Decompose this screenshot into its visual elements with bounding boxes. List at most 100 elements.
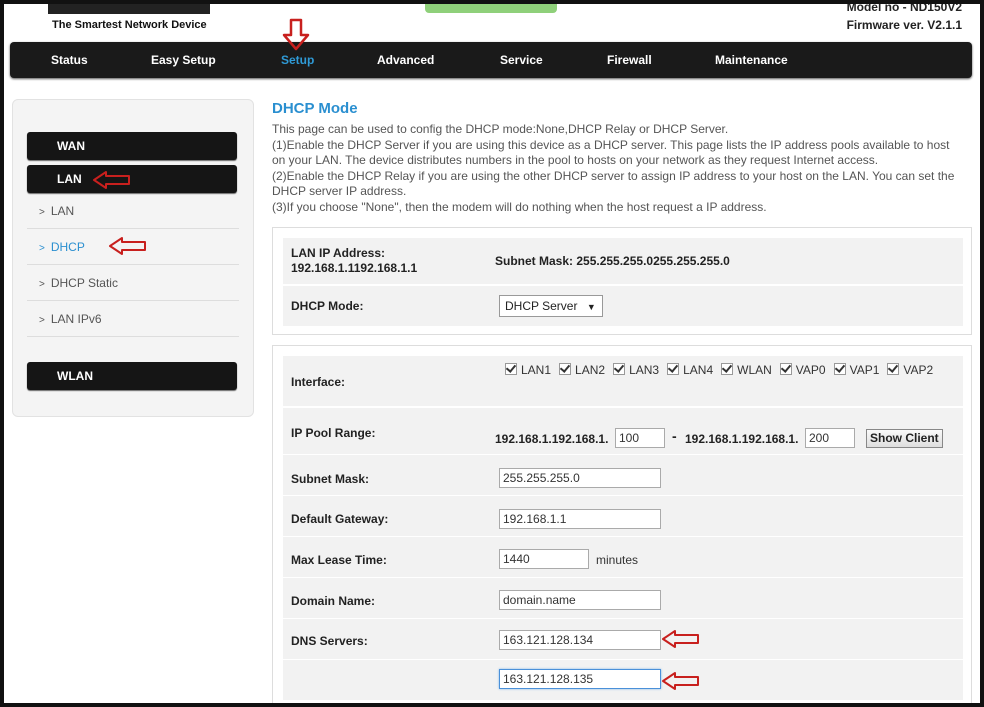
sidebar-item-dhcp-static[interactable]: > DHCP Static: [27, 266, 239, 301]
interface-vap1-checkbox[interactable]: VAP1: [833, 363, 880, 378]
chevron-right-icon: >: [39, 315, 45, 326]
ip-pool-row: IP Pool Range: 192.168.1.192.168.1. 100 …: [283, 407, 963, 455]
sidebar-wan-button[interactable]: WAN: [27, 132, 237, 160]
subnet-mask-label: Subnet Mask:: [291, 472, 370, 486]
subnet-mask-input[interactable]: 255.255.255.0: [499, 468, 661, 488]
nav-firewall[interactable]: Firewall: [607, 53, 652, 67]
lan-ip-label-group: LAN IP Address: 192.168.1.1192.168.1.1: [291, 246, 481, 276]
dhcp-mode-selected: DHCP Server: [505, 299, 578, 313]
domain-name-label: Domain Name:: [291, 594, 376, 608]
dns-secondary-input[interactable]: 163.121.128.135: [499, 669, 661, 689]
dhcp-mode-label: DHCP Mode:: [291, 299, 364, 313]
dns-servers-row: DNS Servers: 163.121.128.134: [283, 618, 963, 660]
lan-info-panel: LAN IP Address: 192.168.1.1192.168.1.1 S…: [272, 227, 972, 335]
subnet-mask-text: Subnet Mask: 255.255.255.0255.255.255.0: [495, 254, 730, 268]
description-line: on your LAN. The device distributes numb…: [272, 153, 879, 168]
checkbox-checked-icon: [887, 363, 900, 375]
status-indicator-bar: [425, 4, 557, 13]
chevron-down-icon: ▼: [586, 302, 596, 312]
brand-tagline: The Smartest Network Device: [52, 19, 207, 31]
chevron-right-icon: >: [39, 243, 45, 254]
nav-advanced[interactable]: Advanced: [377, 53, 434, 67]
interface-vap2-checkbox[interactable]: VAP2: [887, 363, 933, 378]
interface-checkbox-group: LAN1 LAN2 LAN3 LAN4 WLAN VAP0 VAP1 VAP2: [505, 362, 965, 378]
firmware-version: Firmware ver. V2.1.1: [846, 18, 962, 32]
checkbox-label: VAP0: [795, 363, 826, 377]
description-line: (2)Enable the DHCP Relay if you are usin…: [272, 168, 955, 183]
checkbox-checked-icon: [613, 363, 626, 375]
annotation-arrow-down-icon: [282, 18, 310, 51]
max-lease-row: Max Lease Time: 1440 minutes: [283, 536, 963, 578]
description-line: (3)If you choose "None", then the modem …: [272, 199, 767, 214]
lease-unit: minutes: [596, 553, 639, 567]
dns-primary-input[interactable]: 163.121.128.134: [499, 630, 661, 650]
checkbox-label: LAN1: [521, 363, 552, 377]
model-number: Model no - ND150V2: [846, 0, 962, 14]
max-lease-label: Max Lease Time:: [291, 553, 387, 567]
lan-ip-value: 192.168.1.1192.168.1.1: [291, 261, 418, 275]
checkbox-checked-icon: [833, 363, 846, 375]
interface-lan3-checkbox[interactable]: LAN3: [613, 363, 659, 378]
checkbox-checked-icon: [779, 363, 792, 375]
page-title: DHCP Mode: [272, 100, 358, 117]
dns-secondary-row: 163.121.128.135: [283, 659, 963, 701]
ip-pool-label: IP Pool Range:: [291, 426, 376, 440]
interface-lan2-checkbox[interactable]: LAN2: [559, 363, 605, 378]
dhcp-server-panel: Interface: LAN1 LAN2 LAN3 LAN4 WLAN VAP0 VAP1 V…: [272, 345, 972, 703]
nav-status[interactable]: Status: [51, 53, 88, 67]
ip-pool-separator: -: [672, 428, 677, 444]
max-lease-input[interactable]: 1440: [499, 549, 589, 569]
sidebar-item-label: DHCP Static: [50, 276, 118, 290]
interface-vap0-checkbox[interactable]: VAP0: [779, 363, 826, 378]
chevron-right-icon: >: [39, 279, 45, 290]
subnet-mask-row: Subnet Mask: 255.255.255.0: [283, 454, 963, 496]
checkbox-checked-icon: [559, 363, 572, 375]
annotation-arrow-left-icon: [662, 672, 699, 690]
ip-pool-start-prefix: 192.168.1.192.168.1.: [495, 432, 609, 446]
interface-row: Interface: LAN1 LAN2 LAN3 LAN4 WLAN VAP0 VAP1 V…: [283, 356, 963, 407]
annotation-arrow-left-icon: [662, 630, 699, 648]
domain-name-input[interactable]: domain.name: [499, 590, 661, 610]
interface-lan4-checkbox[interactable]: LAN4: [667, 363, 713, 378]
sidebar-item-label: LAN: [50, 204, 75, 218]
nav-maintenance[interactable]: Maintenance: [715, 53, 788, 67]
ip-pool-start-input[interactable]: 100: [615, 428, 665, 448]
interface-wlan-checkbox[interactable]: WLAN: [721, 363, 772, 378]
sidebar-item-lan-ipv6[interactable]: > LAN IPv6: [27, 302, 239, 337]
checkbox-label: LAN2: [575, 363, 606, 377]
dns-servers-label: DNS Servers:: [291, 634, 368, 648]
checkbox-checked-icon: [505, 363, 517, 375]
nav-service[interactable]: Service: [500, 53, 543, 67]
description-line: (1)Enable the DHCP Server if you are usi…: [272, 137, 950, 152]
interface-lan1-checkbox[interactable]: LAN1: [505, 363, 551, 378]
sidebar-item-label: LAN IPv6: [50, 312, 102, 326]
checkbox-checked-icon: [667, 363, 680, 375]
default-gateway-label: Default Gateway:: [291, 512, 389, 526]
default-gateway-row: Default Gateway: 192.168.1.1: [283, 495, 963, 537]
checkbox-label: VAP2: [903, 363, 934, 377]
show-client-button[interactable]: Show Client: [866, 429, 943, 448]
lan-ip-row: LAN IP Address: 192.168.1.1192.168.1.1 S…: [283, 238, 963, 285]
sidebar-wlan-button[interactable]: WLAN: [27, 362, 237, 390]
domain-name-row: Domain Name: domain.name: [283, 577, 963, 619]
ip-pool-end-prefix: 192.168.1.192.168.1.: [685, 432, 799, 446]
main-navbar: Status Easy Setup Setup Advanced Service…: [10, 42, 972, 78]
description-line: This page can be used to config the DHCP…: [272, 122, 729, 136]
dhcp-mode-select[interactable]: DHCP Server ▼: [499, 295, 603, 317]
dhcp-mode-row: DHCP Mode: DHCP Server ▼: [283, 285, 963, 327]
nav-setup[interactable]: Setup: [281, 53, 314, 67]
window-frame: The Smartest Network Device Model no - N…: [0, 0, 984, 707]
chevron-right-icon: >: [39, 207, 45, 218]
ip-pool-end-input[interactable]: 200: [805, 428, 855, 448]
description-line: DHCP server IP address.: [272, 184, 407, 199]
checkbox-label: VAP1: [849, 363, 880, 377]
sidebar-lan-button[interactable]: LAN: [27, 165, 237, 193]
sidebar-item-label: DHCP: [50, 240, 85, 254]
checkbox-label: LAN3: [629, 363, 660, 377]
checkbox-label: LAN4: [683, 363, 714, 377]
nav-easy-setup[interactable]: Easy Setup: [151, 53, 216, 67]
checkbox-checked-icon: [721, 363, 734, 375]
sidebar-item-lan[interactable]: > LAN: [27, 194, 239, 229]
default-gateway-input[interactable]: 192.168.1.1: [499, 509, 661, 529]
lan-ip-label: LAN IP Address:: [291, 246, 386, 260]
